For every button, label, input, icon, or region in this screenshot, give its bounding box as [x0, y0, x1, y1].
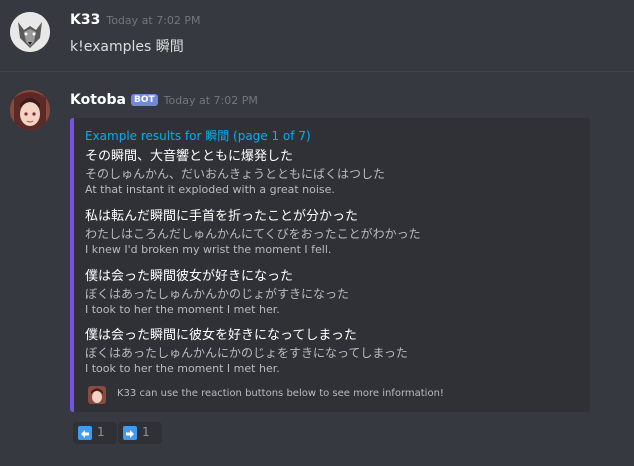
- username-text[interactable]: K33: [70, 12, 100, 28]
- example-english: At that instant it exploded with a great…: [85, 183, 335, 196]
- example-english: I took to her the moment I met her.: [85, 303, 280, 316]
- arrow-left-icon: [78, 426, 92, 440]
- arrow-right-icon: [123, 426, 137, 440]
- footer-avatar-icon: [88, 386, 106, 404]
- example-japanese: 私は転んだ瞬間に手首を折ったことが分かった: [85, 209, 359, 224]
- reaction-previous[interactable]: 1: [73, 422, 117, 444]
- username[interactable]: Kotoba BOT Today at 7:02 PM: [70, 92, 258, 108]
- example-reading: わたしはころんだしゅんかんにてくびをおったことがわかった: [85, 227, 421, 241]
- reaction-count: 1: [97, 425, 105, 439]
- example-item: その瞬間、大音響とともに爆発した そのしゅんかん、だいおんきょうとともにばくはつ…: [85, 145, 385, 196]
- example-item: 僕は会った瞬間彼女が好きになった ぼくはあったしゅんかんかのじょがすきになった …: [85, 265, 349, 316]
- message-k33: K33 Today at 7:02 PM k!examples 瞬間: [0, 0, 634, 71]
- anime-girl-avatar[interactable]: [10, 90, 50, 130]
- example-japanese: その瞬間、大音響とともに爆発した: [85, 149, 294, 164]
- example-reading: そのしゅんかん、だいおんきょうとともにばくはつした: [85, 167, 386, 181]
- example-english: I took to her the moment I met her.: [85, 362, 280, 375]
- username-text[interactable]: Kotoba: [70, 92, 126, 108]
- timestamp: Today at 7:02 PM: [106, 14, 201, 27]
- wolf-avatar[interactable]: [10, 12, 50, 52]
- reaction-next[interactable]: 1: [118, 422, 162, 444]
- embed-title[interactable]: Example results for 瞬間 (page 1 of 7): [85, 127, 311, 144]
- username[interactable]: K33 Today at 7:02 PM: [70, 12, 201, 28]
- footer-text: K33 can use the reaction buttons below t…: [117, 388, 444, 399]
- message-content: k!examples 瞬間: [70, 39, 184, 55]
- example-item: 私は転んだ瞬間に手首を折ったことが分かった わたしはころんだしゅんかんにてくびを…: [85, 205, 421, 256]
- timestamp: Today at 7:02 PM: [163, 94, 258, 107]
- example-english: I knew I'd broken my wrist the moment I …: [85, 243, 332, 256]
- example-japanese: 僕は会った瞬間彼女が好きになった: [85, 269, 294, 284]
- example-reading: ぼくはあったしゅんかんかのじょがすきになった: [85, 287, 350, 301]
- example-japanese: 僕は会った瞬間に彼女を好きになってしまった: [85, 328, 357, 343]
- example-results-embed: Example results for 瞬間 (page 1 of 7) その瞬…: [70, 118, 590, 412]
- reaction-count: 1: [142, 425, 150, 439]
- example-item: 僕は会った瞬間に彼女を好きになってしまった ぼくはあったしゅんかんにかのじょをす…: [85, 324, 408, 375]
- example-reading: ぼくはあったしゅんかんにかのじょをすきになってしまった: [85, 346, 408, 360]
- bot-badge: BOT: [131, 94, 158, 106]
